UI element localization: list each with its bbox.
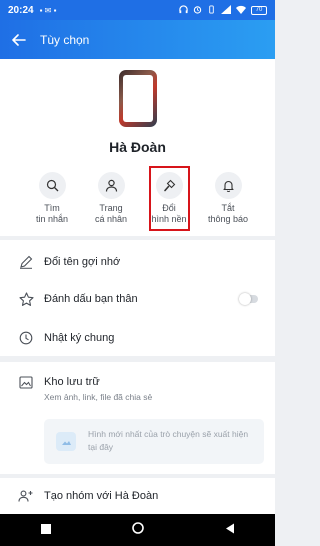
person-icon — [105, 179, 117, 192]
notification-icons: ▪ ✉ ▪ — [39, 5, 57, 15]
back-button[interactable] — [6, 20, 32, 59]
storage-subtitle: Xem ảnh, link, file đã chia sẻ — [44, 392, 153, 402]
photo-placeholder-icon — [56, 432, 76, 451]
best-friend-toggle[interactable] — [239, 293, 258, 305]
create-group-label: Tạo nhóm với Hà Đoàn — [44, 490, 159, 502]
pencil-icon — [16, 252, 36, 272]
search-icon — [46, 179, 58, 192]
options-card: Đổi tên gợi nhớ Đánh dấu bạn thân Nhật k… — [0, 240, 275, 356]
shared-diary-label: Nhật ký chung — [44, 332, 115, 344]
create-group-option[interactable]: Tạo nhóm với Hà Đoàn — [0, 478, 275, 514]
rename-option[interactable]: Đổi tên gợi nhớ — [0, 244, 275, 280]
shared-diary-option[interactable]: Nhật ký chung — [0, 320, 275, 356]
image-icon — [16, 372, 36, 392]
system-nav-bar — [0, 514, 275, 546]
mute-notifications-button[interactable]: Tắt thông báo — [202, 172, 254, 225]
storage-title: Kho lưu trữ — [44, 376, 100, 388]
recents-icon — [40, 524, 51, 534]
profile-page-label: Trang cá nhân — [94, 203, 128, 224]
clock-icon — [16, 328, 36, 348]
rename-label: Đổi tên gợi nhớ — [44, 256, 121, 268]
group-add-icon — [16, 486, 36, 506]
profile-page-button[interactable]: Trang cá nhân — [85, 172, 137, 225]
best-friend-option[interactable]: Đánh dấu bạn thân — [0, 281, 275, 317]
page-title: Tùy chọn — [40, 32, 90, 47]
status-time: 20:24 — [8, 4, 34, 16]
signal-icon — [221, 4, 231, 16]
back-arrow-icon — [12, 33, 26, 46]
nav-back-icon — [225, 523, 234, 534]
profile-card: Hà Đoàn Tìm tin nhắn Trang cá nhân Đổi h… — [0, 59, 275, 236]
home-icon — [131, 522, 144, 534]
headset-icon — [179, 4, 188, 16]
star-icon — [16, 289, 36, 309]
home-button[interactable] — [131, 521, 144, 539]
app-bar: Tùy chọn — [0, 20, 275, 59]
highlight-annotation — [149, 166, 190, 231]
search-messages-button[interactable]: Tìm tin nhắn — [26, 172, 78, 225]
bell-icon — [222, 180, 234, 192]
vibrate-icon — [207, 4, 216, 16]
mute-notifications-label: Tắt thông báo — [207, 203, 249, 224]
storage-card: Kho lưu trữ Xem ảnh, link, file đã chia … — [0, 362, 275, 514]
wifi-icon — [236, 5, 246, 16]
search-messages-label: Tìm tin nhắn — [35, 203, 69, 224]
nav-back-button[interactable] — [225, 521, 235, 539]
alarm-icon — [193, 5, 202, 16]
media-empty-text: Hình mới nhất của trò chuyện sẽ xuất hiệ… — [88, 429, 249, 452]
recents-button[interactable] — [40, 521, 51, 539]
media-placeholder: Hình mới nhất của trò chuyện sẽ xuất hiệ… — [44, 419, 264, 464]
best-friend-label: Đánh dấu bạn thân — [44, 293, 138, 305]
battery-icon: 70 — [251, 5, 267, 15]
status-bar: 20:24 ▪ ✉ ▪ 70 — [0, 0, 275, 20]
profile-name: Hà Đoàn — [109, 139, 166, 155]
avatar[interactable] — [119, 70, 157, 127]
